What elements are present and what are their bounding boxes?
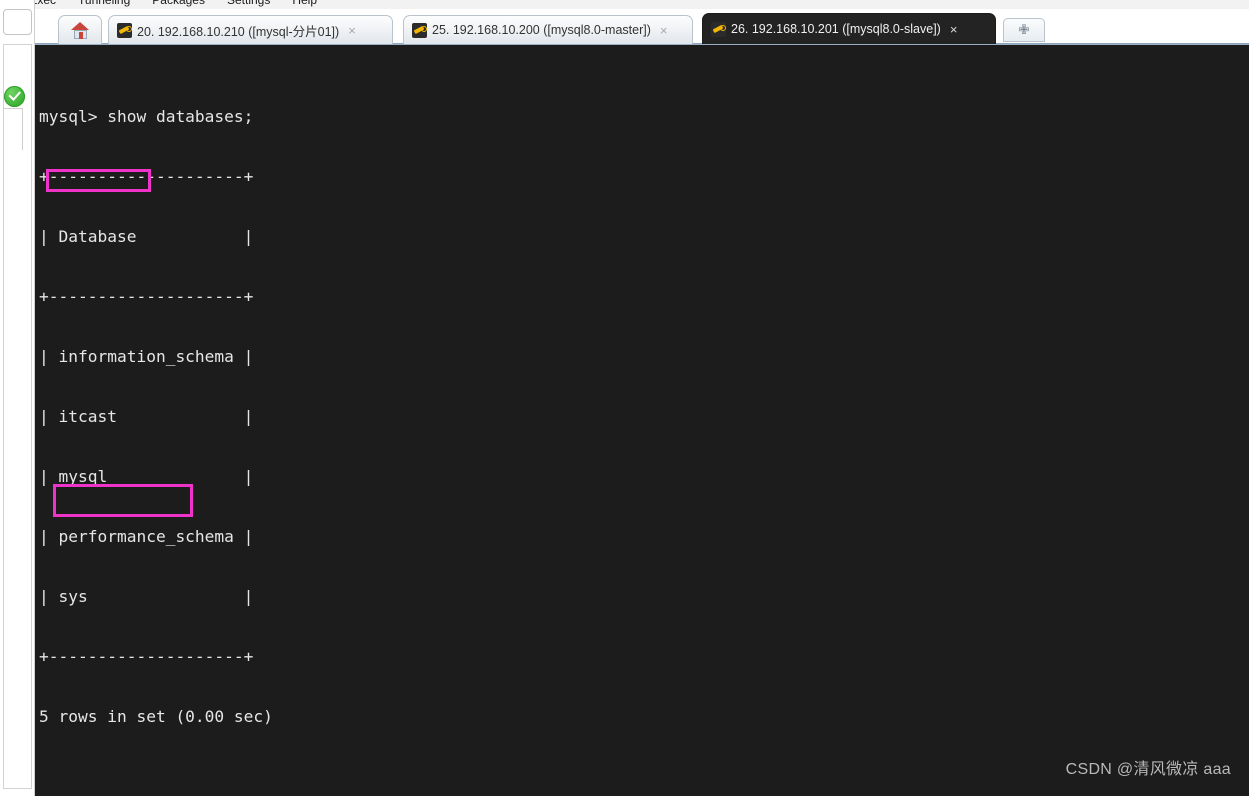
menu-bar: MultiExec Tunneling Packages Settings He… <box>0 0 1249 9</box>
tab-label: 25. 192.168.10.200 ([mysql8.0-master]) <box>432 23 651 37</box>
tab-label: 20. 192.168.10.210 ([mysql-分片01]) <box>137 24 340 39</box>
terminal-line: | information_schema | <box>39 347 682 367</box>
tab-home[interactable] <box>58 15 102 44</box>
key-icon <box>117 22 132 38</box>
menu-item-settings[interactable]: Settings <box>227 0 270 7</box>
tab-session-25[interactable]: 25. 192.168.10.200 ([mysql8.0-master]) × <box>403 15 693 44</box>
sidebar-divider-horizontal <box>3 108 23 109</box>
key-icon <box>711 21 726 37</box>
watermark: CSDN @清风微凉 aaa <box>1065 761 1231 778</box>
terminal-panel[interactable]: mysql> show databases; +----------------… <box>35 45 1249 796</box>
tab-strip: 20. 192.168.10.210 ([mysql-分片01]) × 25. … <box>0 9 1249 45</box>
menu-item-tunneling[interactable]: Tunneling <box>78 0 130 7</box>
terminal-line-text <box>39 767 49 786</box>
terminal-line: +--------------------+ <box>39 167 682 187</box>
tab-label: 26. 192.168.10.201 ([mysql8.0-slave]) <box>731 22 941 36</box>
terminal-line-text: +--------------------+ <box>39 167 254 186</box>
plus-icon: ✙ <box>1018 22 1030 37</box>
terminal-line: 5 rows in set (0.00 sec) <box>39 707 682 727</box>
sidebar-panel <box>3 44 32 789</box>
terminal-line-text: | sys | <box>39 587 254 606</box>
menu-item-packages[interactable]: Packages <box>152 0 205 7</box>
green-check-icon[interactable] <box>4 86 25 107</box>
terminal-line-text: | information_schema | <box>39 347 254 366</box>
terminal-line-text: +--------------------+ <box>39 287 254 306</box>
tab-session-20[interactable]: 20. 192.168.10.210 ([mysql-分片01]) × <box>108 15 393 44</box>
terminal-line-text: | Database | <box>39 227 254 246</box>
terminal-line-text: | mysql | <box>39 467 254 486</box>
terminal-output: mysql> show databases; +----------------… <box>39 67 682 796</box>
left-sidebar <box>0 0 35 796</box>
terminal-line <box>39 767 682 787</box>
terminal-line: | performance_schema | <box>39 527 682 547</box>
tab-close-icon[interactable]: × <box>950 23 958 36</box>
tab-session-26[interactable]: 26. 192.168.10.201 ([mysql8.0-slave]) × <box>702 13 996 44</box>
terminal-line-text: 5 rows in set (0.00 sec) <box>39 707 273 726</box>
terminal-line: | sys | <box>39 587 682 607</box>
terminal-line-text: | itcast | <box>39 407 254 426</box>
terminal-line-text: | performance_schema | <box>39 527 254 546</box>
terminal-line: | itcast | <box>39 407 682 427</box>
sidebar-top-button[interactable] <box>3 9 32 35</box>
terminal-line: | Database | <box>39 227 682 247</box>
terminal-line: +--------------------+ <box>39 647 682 667</box>
home-icon <box>70 21 90 39</box>
new-tab-button[interactable]: ✙ <box>1003 18 1045 42</box>
terminal-line: | mysql | <box>39 467 682 487</box>
terminal-line: mysql> show databases; <box>39 107 682 127</box>
sidebar-divider-vertical <box>22 108 23 150</box>
menu-item-help[interactable]: Help <box>292 0 317 7</box>
terminal-line: +--------------------+ <box>39 287 682 307</box>
terminal-line-text: +--------------------+ <box>39 647 254 666</box>
tab-close-icon[interactable]: × <box>348 24 356 37</box>
key-icon <box>412 22 427 38</box>
terminal-line-text: mysql> show databases; <box>39 107 254 126</box>
tab-close-icon[interactable]: × <box>660 24 668 37</box>
